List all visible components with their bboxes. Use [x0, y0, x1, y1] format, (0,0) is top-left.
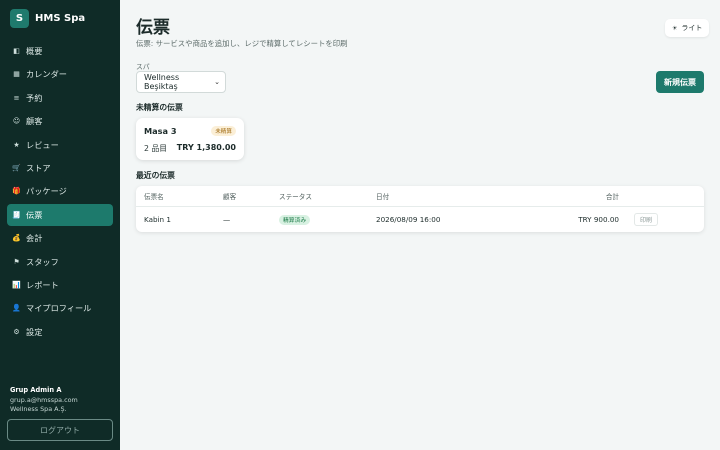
spa-select-label: スパ: [136, 63, 150, 71]
calendar-icon: ▦: [13, 70, 20, 79]
user-email: grup.a@hmsspa.com: [10, 396, 78, 404]
sidebar-item-reservations[interactable]: ≡ 予約: [7, 87, 113, 109]
new-ticket-button[interactable]: 新規伝票: [656, 71, 704, 93]
column-header-total: 合計: [605, 193, 619, 201]
sidebar-item-reports[interactable]: 📊 レポート: [7, 274, 113, 296]
sidebar-item-label: カレンダー: [26, 69, 67, 80]
column-header-name: 伝票名: [144, 193, 164, 201]
cell-date: 2026/08/09 16:00: [376, 215, 441, 224]
print-button[interactable]: 印刷: [634, 213, 659, 226]
sidebar-item-accounting[interactable]: 💰 会計: [7, 227, 113, 249]
brand-name: HMS Spa: [35, 13, 86, 24]
cart-icon: 🛒: [12, 163, 21, 172]
receipt-icon: 🧾: [12, 210, 21, 219]
star-icon: ★: [13, 140, 20, 149]
open-tickets-heading: 未精算の伝票: [136, 103, 183, 112]
page-subtitle: 伝票: サービスや商品を追加し、レジで精算してレシートを印刷: [136, 39, 348, 48]
sidebar-item-staff[interactable]: ⚑ スタッフ: [7, 251, 113, 273]
spa-select[interactable]: Wellness Beşiktaş ⌄: [136, 71, 226, 93]
sidebar-item-label: 会計: [26, 233, 43, 244]
sidebar-item-label: 概要: [26, 46, 43, 56]
brand-logo: S: [10, 9, 29, 28]
sidebar-item-settings[interactable]: ⚙ 設定: [7, 321, 113, 343]
cell-ticket-name: Kabin 1: [144, 215, 171, 224]
chevron-down-icon: ⌄: [214, 78, 220, 86]
column-header-customer: 顧客: [223, 193, 237, 201]
user-company: Wellness Spa A.Ş.: [10, 405, 67, 413]
sidebar-nav: ◧ 概要 ▦ カレンダー ≡ 予約 ☺ 顧客 ★ レビュー 🛒 ストア 🎁 パッ…: [7, 40, 113, 344]
overview-icon: ◧: [13, 47, 20, 55]
sidebar-item-label: パッケージ: [26, 186, 67, 197]
status-badge: 未精算: [211, 126, 236, 136]
sidebar-item-label: レビュー: [26, 139, 59, 150]
logout-button[interactable]: ログアウト: [7, 419, 113, 441]
sidebar-item-label: スタッフ: [26, 256, 59, 267]
brand[interactable]: S HMS Spa: [10, 9, 85, 28]
gift-icon: 🎁: [12, 187, 21, 196]
cell-status: 精算済み: [279, 207, 311, 232]
recent-tickets-table: 伝票名 顧客 ステータス 日付 合計 Kabin 1 — 精算済み 2026/0…: [136, 186, 704, 232]
sidebar-item-label: ストア: [26, 162, 51, 173]
sidebar-item-label: レポート: [26, 279, 59, 290]
sidebar-item-tickets[interactable]: 🧾 伝票: [7, 203, 113, 226]
main-content: 伝票 伝票: サービスや商品を追加し、レジで精算してレシートを印刷 ☀ ライト …: [120, 0, 720, 450]
theme-toggle-button[interactable]: ☀ ライト: [665, 19, 710, 37]
gear-icon: ⚙: [13, 327, 20, 336]
ticket-item-count: 2 品目: [144, 144, 168, 153]
sidebar-item-label: 顧客: [26, 116, 43, 127]
sidebar-item-overview[interactable]: ◧ 概要: [7, 40, 113, 62]
ticket-total: TRY 1,380.00: [176, 143, 236, 152]
user-name: Grup Admin A: [10, 386, 62, 394]
money-bag-icon: 💰: [12, 234, 21, 243]
column-header-status: ステータス: [279, 193, 312, 201]
spa-select-value: Wellness Beşiktaş: [144, 73, 180, 91]
flag-icon: ⚑: [13, 257, 20, 266]
open-ticket-card[interactable]: Masa 3 未精算 2 品目 TRY 1,380.00: [136, 118, 244, 160]
sidebar-item-label: マイプロフィール: [26, 303, 92, 314]
sidebar-item-store[interactable]: 🛒 ストア: [7, 157, 113, 179]
customer-icon: ☺: [12, 117, 21, 126]
list-icon: ≡: [13, 93, 20, 102]
page-title: 伝票: [136, 18, 170, 38]
status-badge: 精算済み: [279, 214, 311, 225]
column-header-date: 日付: [376, 193, 390, 201]
sidebar-item-calendar[interactable]: ▦ カレンダー: [7, 63, 113, 85]
sidebar-item-label: 伝票: [26, 209, 43, 220]
sidebar-item-customers[interactable]: ☺ 顧客: [7, 110, 113, 132]
sidebar-item-reviews[interactable]: ★ レビュー: [7, 134, 113, 156]
profile-icon: 👤: [12, 304, 21, 313]
sidebar-item-profile[interactable]: 👤 マイプロフィール: [7, 297, 113, 319]
user-info: Grup Admin A grup.a@hmsspa.com Wellness …: [10, 386, 78, 414]
cell-customer: —: [223, 215, 231, 224]
sidebar-item-packages[interactable]: 🎁 パッケージ: [7, 180, 113, 202]
theme-toggle-label: ライト: [681, 24, 703, 32]
recent-tickets-heading: 最近の伝票: [136, 171, 175, 180]
sidebar-item-label: 設定: [26, 326, 43, 337]
ticket-name: Masa 3: [144, 126, 177, 136]
cell-total: TRY 900.00: [578, 215, 619, 224]
chart-icon: 📊: [12, 280, 21, 289]
sidebar: S HMS Spa ◧ 概要 ▦ カレンダー ≡ 予約 ☺ 顧客 ★ レビュー …: [0, 0, 120, 450]
sun-icon: ☀: [672, 24, 678, 32]
sidebar-item-label: 予約: [26, 92, 43, 103]
